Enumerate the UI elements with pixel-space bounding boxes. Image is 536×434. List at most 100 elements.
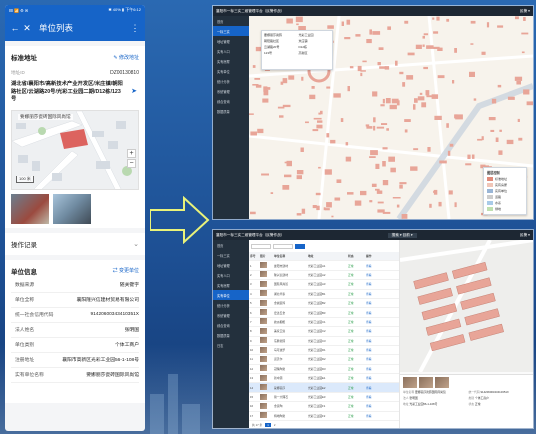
more-icon[interactable]: ⋮: [129, 23, 141, 34]
sidebar-item[interactable]: 实有单位: [213, 290, 249, 300]
cell-photo[interactable]: [260, 402, 267, 409]
legend-item[interactable]: 绿地: [487, 206, 523, 212]
cell-photo[interactable]: [260, 309, 267, 316]
edit-address-button[interactable]: ✎ 修改地址: [113, 54, 139, 61]
view-link[interactable]: 查看: [365, 311, 395, 315]
address-map[interactable]: 要娜丽莎瓷砖国际风尚馆 + − 100 米: [11, 109, 139, 190]
sidebar-item[interactable]: 系统管理: [213, 310, 249, 320]
sidebar-item[interactable]: 地址管理: [213, 36, 249, 46]
cell-photo[interactable]: [260, 337, 267, 344]
filter-input[interactable]: [251, 243, 271, 249]
table-row[interactable]: 1 襄阳市建材 光彩工业园A1 正常 查看: [249, 261, 399, 271]
search-tab[interactable]: 搜索 ▾ 目前 ▾: [387, 232, 417, 238]
sidebar-item[interactable]: 实有人口: [213, 270, 249, 280]
table-row[interactable]: 17 特地陶瓷 光彩工业园F2 正常 查看: [249, 412, 399, 422]
sidebar-item[interactable]: 实有人口: [213, 46, 249, 56]
view-link[interactable]: 查看: [365, 367, 395, 371]
sidebar-item[interactable]: 首页: [213, 240, 249, 250]
cell-photo[interactable]: [260, 412, 267, 419]
view-link[interactable]: 查看: [365, 414, 395, 418]
cell-photo[interactable]: [260, 318, 267, 325]
view-link[interactable]: 查看: [365, 282, 395, 286]
sidebar-item[interactable]: 实有单位: [213, 66, 249, 76]
filter-input[interactable]: [273, 243, 293, 249]
view-link[interactable]: 查看: [365, 404, 395, 408]
user-menu[interactable]: 民警 ▾: [520, 9, 530, 14]
sidebar-item[interactable]: 数据质量: [213, 106, 249, 116]
view-link[interactable]: 查看: [365, 273, 395, 277]
table-row[interactable]: 5 金诚装饰 光彩工业园B2 正常 查看: [249, 299, 399, 309]
sidebar-item[interactable]: 统计分析: [213, 300, 249, 310]
table-row[interactable]: 7 欧派橱柜 光彩工业园C1 正常 查看: [249, 318, 399, 328]
view-link[interactable]: 查看: [365, 348, 395, 352]
view-link[interactable]: 查看: [365, 395, 395, 399]
cell-photo[interactable]: [260, 384, 267, 391]
locate-icon[interactable]: ➤: [131, 87, 137, 95]
column-header[interactable]: 状态: [347, 254, 365, 258]
zoom-in-button[interactable]: +: [127, 148, 136, 158]
sidebar-item[interactable]: 一标三实: [213, 26, 249, 36]
view-link[interactable]: 查看: [365, 357, 395, 361]
building-map[interactable]: [399, 238, 533, 373]
column-header[interactable]: 操作: [365, 254, 395, 258]
table-row[interactable]: 6 宏达五金 光彩工业园B3 正常 查看: [249, 308, 399, 318]
column-header[interactable]: 序号: [249, 254, 259, 258]
cell-photo[interactable]: [260, 271, 267, 278]
page-button[interactable]: 2: [274, 423, 276, 427]
detail-photo[interactable]: [435, 377, 449, 388]
cell-photo[interactable]: [260, 280, 267, 287]
sidebar-item[interactable]: 实有房屋: [213, 56, 249, 66]
view-link[interactable]: 查看: [365, 320, 395, 324]
cell-photo[interactable]: [260, 262, 267, 269]
column-header[interactable]: 照片: [259, 254, 273, 258]
view-link[interactable]: 查看: [365, 386, 395, 390]
view-link[interactable]: 查看: [365, 301, 395, 305]
sidebar-item[interactable]: 统计分析: [213, 76, 249, 86]
table-row[interactable]: 12 冠珠陶瓷 光彩工业园D3 正常 查看: [249, 365, 399, 375]
table-row[interactable]: 4 湖北华泰 光彩工业园B1 正常 查看: [249, 290, 399, 299]
cell-photo[interactable]: [260, 374, 267, 381]
cell-photo[interactable]: [260, 365, 267, 372]
table-row[interactable]: 8 美家卫浴 光彩工业园C2 正常 查看: [249, 327, 399, 337]
table-row[interactable]: 11 诺贝尔 光彩工业园D2 正常 查看: [249, 355, 399, 365]
photo-thumbnail[interactable]: [11, 193, 49, 224]
table-row[interactable]: 9 东鹏瓷砖 光彩工业园C3 正常 查看: [249, 337, 399, 346]
sidebar-item[interactable]: 实有房屋: [213, 280, 249, 290]
zoom-out-button[interactable]: −: [127, 158, 136, 168]
close-icon[interactable]: ✕: [21, 23, 33, 34]
sidebar-item[interactable]: 日志: [213, 340, 249, 350]
view-link[interactable]: 查看: [365, 329, 395, 333]
view-link[interactable]: 查看: [365, 339, 395, 343]
page-button[interactable]: 1: [265, 423, 271, 428]
cell-photo[interactable]: [260, 327, 267, 334]
column-header[interactable]: 地址: [307, 254, 347, 258]
records-card[interactable]: 操作记录 ⌄: [5, 232, 145, 255]
cell-photo[interactable]: [260, 299, 267, 306]
table-row[interactable]: 14 蒙娜丽莎 光彩工业园E2 正常 查看: [249, 383, 399, 393]
cell-photo[interactable]: [260, 355, 267, 362]
sidebar-item[interactable]: 首页: [213, 16, 249, 26]
table-row[interactable]: 15 简一大理石 光彩工业园E3 正常 查看: [249, 393, 399, 403]
view-link[interactable]: 查看: [365, 376, 395, 380]
user-menu[interactable]: 民警 ▾: [520, 233, 530, 238]
chevron-down-icon[interactable]: ⌄: [133, 240, 139, 248]
back-icon[interactable]: ←: [9, 23, 21, 33]
table-row[interactable]: 3 国际风尚馆 光彩工业园A3 正常 查看: [249, 280, 399, 290]
sidebar-item[interactable]: 一标三实: [213, 250, 249, 260]
cell-photo[interactable]: [260, 346, 267, 353]
sidebar-item[interactable]: 数据质量: [213, 330, 249, 340]
search-button[interactable]: [295, 243, 305, 249]
sidebar-item[interactable]: 综合查询: [213, 96, 249, 106]
cell-photo[interactable]: [260, 393, 267, 400]
table-row[interactable]: 10 马可波罗 光彩工业园D1 正常 查看: [249, 346, 399, 356]
map-view[interactable]: 要娜丽莎瓷砖 光彩工业园 朝阳路社区 米庄镇 云湖路20号 D12栋 123号 高新区 图层控…: [249, 16, 533, 219]
column-header[interactable]: 单位名称: [273, 254, 307, 258]
table-row[interactable]: 2 隆兴信建材 光彩工业园A2 正常 查看: [249, 271, 399, 281]
table-row[interactable]: 13 新中源 光彩工业园E1 正常 查看: [249, 374, 399, 384]
detail-photo[interactable]: [403, 377, 417, 388]
detail-photo[interactable]: [419, 377, 433, 388]
sidebar-item[interactable]: 地址管理: [213, 260, 249, 270]
view-link[interactable]: 查看: [365, 292, 395, 296]
change-unit-button[interactable]: ⇄ 变更单位: [113, 267, 139, 274]
photo-thumbnail[interactable]: [53, 193, 91, 224]
